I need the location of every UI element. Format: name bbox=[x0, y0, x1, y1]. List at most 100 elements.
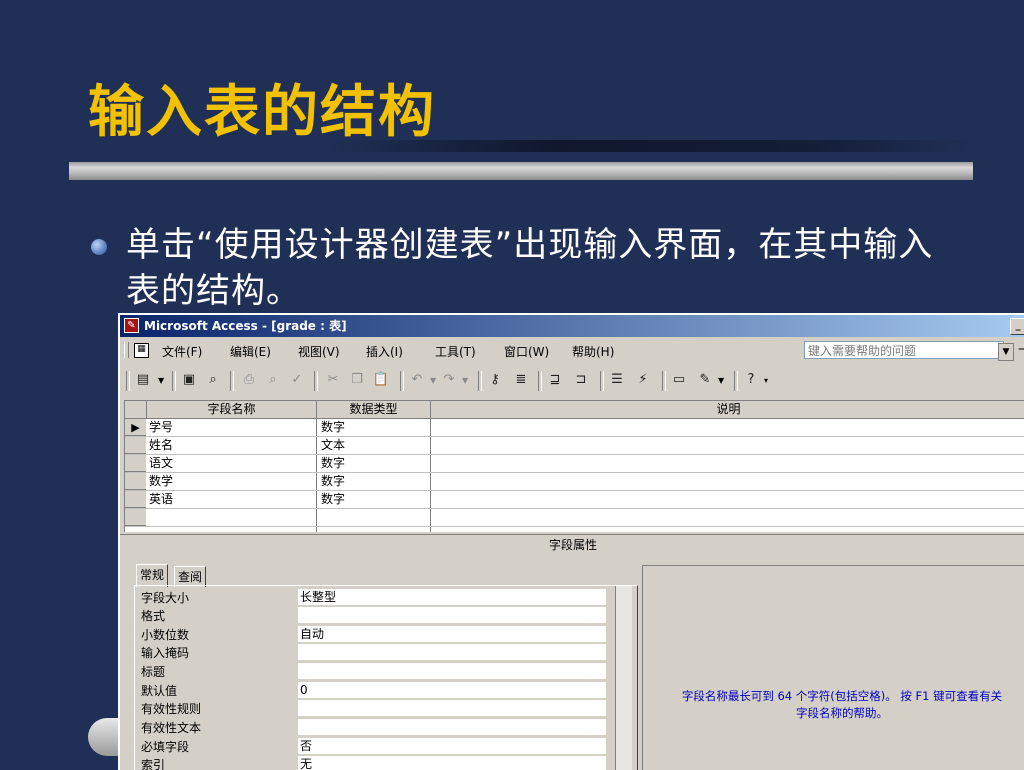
field-name-cell[interactable]: 英语 bbox=[149, 491, 173, 508]
menu-insert[interactable]: 插入(I) bbox=[366, 343, 403, 360]
toolbar-separator bbox=[172, 371, 176, 391]
slide-title: 输入表的结构 bbox=[88, 80, 436, 145]
property-label: 标题 bbox=[141, 665, 166, 679]
help-text-line: 字段名称的帮助。 bbox=[796, 706, 888, 720]
grid-corner bbox=[125, 401, 147, 418]
menu-help[interactable]: 帮助(H) bbox=[572, 343, 614, 360]
table-row[interactable]: 姓名 文本 bbox=[125, 437, 1024, 455]
data-type-cell[interactable]: 数字 bbox=[321, 473, 345, 490]
property-value-caption[interactable] bbox=[298, 663, 606, 680]
menu-window[interactable]: 窗口(W) bbox=[504, 343, 549, 360]
primary-key-icon[interactable]: ⚷ bbox=[486, 371, 504, 389]
help-question-input[interactable]: 键入需要帮助的问题 bbox=[804, 341, 1004, 359]
row-selector[interactable] bbox=[125, 455, 146, 472]
view-dropdown-icon[interactable]: ▼ bbox=[158, 376, 164, 385]
access-app-icon: ✎ bbox=[124, 318, 139, 333]
property-label: 有效性文本 bbox=[141, 721, 202, 735]
row-selector[interactable] bbox=[125, 509, 146, 526]
menu-file[interactable]: 文件(F) bbox=[162, 343, 202, 360]
table-row[interactable]: 数学 数字 bbox=[125, 473, 1024, 491]
new-object-dropdown-icon[interactable]: ▼ bbox=[718, 376, 724, 385]
toolbar-options-icon[interactable]: ▾ bbox=[764, 376, 768, 385]
menu-grip bbox=[124, 342, 129, 358]
column-header-field-name[interactable]: 字段名称 bbox=[147, 401, 317, 418]
table-row-empty[interactable] bbox=[125, 509, 1024, 527]
build-icon[interactable]: ⚡ bbox=[634, 371, 652, 389]
property-help-text: 字段名称最长可到 64 个字符(包括空格)。 按 F1 键可查看有关 字段名称的… bbox=[647, 688, 1024, 722]
table-row[interactable]: 英语 数字 bbox=[125, 491, 1024, 509]
data-type-cell[interactable]: 数字 bbox=[321, 419, 345, 436]
property-value-input-mask[interactable] bbox=[298, 644, 606, 661]
table-doc-icon[interactable]: ▦ bbox=[134, 343, 149, 358]
menu-view[interactable]: 视图(V) bbox=[298, 343, 340, 360]
bullet-dot-icon bbox=[91, 239, 107, 255]
view-icon[interactable]: ▤ bbox=[134, 371, 152, 389]
indexes-icon[interactable]: ≣ bbox=[512, 371, 530, 389]
property-label: 格式 bbox=[141, 609, 166, 623]
menu-tools[interactable]: 工具(T) bbox=[435, 343, 476, 360]
title-divider-bar bbox=[69, 162, 973, 180]
property-value-validation-text[interactable] bbox=[298, 719, 606, 736]
window-titlebar: ✎ Microsoft Access - [grade : 表] _ bbox=[120, 315, 1024, 337]
delete-rows-icon[interactable]: ⊐ bbox=[572, 371, 590, 389]
field-name-cell[interactable]: 数学 bbox=[149, 473, 173, 490]
print-icon[interactable]: ⎙ bbox=[240, 371, 258, 389]
toolbar-separator bbox=[314, 371, 318, 391]
property-value-decimal-places[interactable]: 自动 bbox=[298, 626, 606, 643]
column-header-description[interactable]: 说明 bbox=[431, 401, 1024, 418]
tab-general[interactable]: 常规 bbox=[136, 564, 169, 587]
save-icon[interactable]: ▣ bbox=[180, 371, 198, 389]
property-label: 小数位数 bbox=[141, 628, 190, 642]
field-design-grid: 字段名称 数据类型 说明 ▶ 学号 数字 姓名 文本 语文 数字 数学 数字 英… bbox=[124, 400, 1024, 532]
database-window-icon[interactable]: ▭ bbox=[670, 371, 688, 389]
row-selector[interactable] bbox=[125, 491, 146, 508]
undo-icon[interactable]: ↶ bbox=[408, 371, 426, 389]
redo-icon[interactable]: ↷ bbox=[440, 371, 458, 389]
redo-dropdown-icon[interactable]: ▼ bbox=[462, 376, 468, 385]
field-name-cell[interactable]: 语文 bbox=[149, 455, 173, 472]
grid-header: 字段名称 数据类型 说明 bbox=[125, 401, 1024, 419]
insert-rows-icon[interactable]: ⊒ bbox=[546, 371, 564, 389]
tab-lookup[interactable]: 查阅 bbox=[174, 566, 207, 587]
data-type-cell[interactable]: 文本 bbox=[321, 437, 345, 454]
data-type-cell[interactable]: 数字 bbox=[321, 455, 345, 472]
cut-icon[interactable]: ✂ bbox=[324, 371, 342, 389]
title-shadow bbox=[330, 140, 970, 152]
field-name-cell[interactable]: 学号 bbox=[149, 419, 173, 436]
general-properties-panel: 字段大小 长整型 格式 小数位数 自动 输入掩码 标题 默认值 0 有效性规则 … bbox=[134, 585, 638, 770]
undo-dropdown-icon[interactable]: ▼ bbox=[430, 376, 436, 385]
data-type-cell[interactable]: 数字 bbox=[321, 491, 345, 508]
row-selector[interactable] bbox=[125, 437, 146, 454]
property-label: 有效性规则 bbox=[141, 702, 202, 716]
help-icon[interactable]: ? bbox=[742, 371, 760, 389]
property-value-validation-rule[interactable] bbox=[298, 700, 606, 717]
property-value-format[interactable] bbox=[298, 607, 606, 624]
spelling-icon[interactable]: ✓ bbox=[288, 371, 306, 389]
table-row[interactable]: ▶ 学号 数字 bbox=[125, 419, 1024, 437]
paste-icon[interactable]: 📋 bbox=[372, 371, 390, 389]
column-header-data-type[interactable]: 数据类型 bbox=[317, 401, 431, 418]
table-row[interactable]: 语文 数字 bbox=[125, 455, 1024, 473]
toolbar-separator bbox=[600, 371, 604, 391]
search-icon[interactable]: ⌕ bbox=[204, 371, 222, 389]
properties-icon[interactable]: ☰ bbox=[608, 371, 626, 389]
property-value-required[interactable]: 否 bbox=[298, 738, 606, 755]
new-object-icon[interactable]: ✎ bbox=[696, 371, 714, 389]
property-value-field-size[interactable]: 长整型 bbox=[298, 589, 606, 606]
properties-scrollbar[interactable] bbox=[615, 586, 632, 770]
property-value-default[interactable]: 0 bbox=[298, 682, 606, 699]
field-name-cell[interactable]: 姓名 bbox=[149, 437, 173, 454]
close-document-icon[interactable]: – bbox=[1018, 341, 1024, 357]
property-label: 输入掩码 bbox=[141, 646, 190, 660]
row-selector-current-icon[interactable]: ▶ bbox=[125, 419, 146, 436]
minimize-button[interactable]: _ bbox=[1010, 318, 1024, 335]
print-preview-icon[interactable]: ⌕ bbox=[264, 371, 282, 389]
field-properties-label: 字段属性 bbox=[120, 534, 1024, 555]
row-selector[interactable] bbox=[125, 473, 146, 490]
toolbar-separator bbox=[230, 371, 234, 391]
menu-edit[interactable]: 编辑(E) bbox=[230, 343, 271, 360]
toolbar-separator bbox=[478, 371, 482, 391]
copy-icon[interactable]: ❐ bbox=[348, 371, 366, 389]
help-dropdown-arrow-icon[interactable]: ▼ bbox=[998, 343, 1014, 361]
window-title: Microsoft Access - [grade : 表] bbox=[144, 319, 347, 333]
